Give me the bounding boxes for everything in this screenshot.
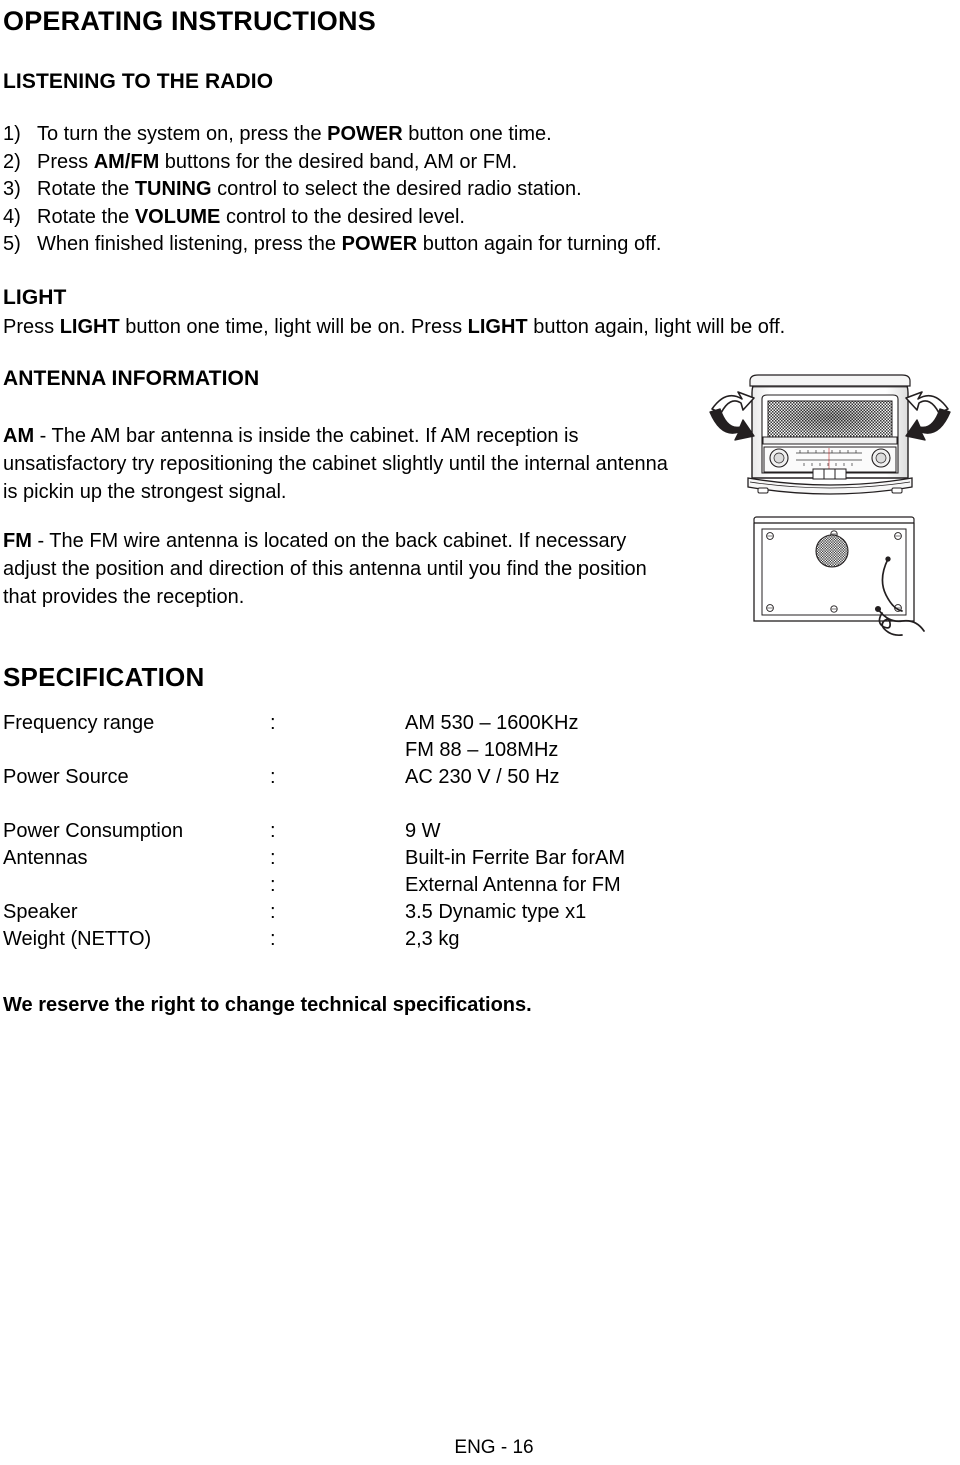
rotate-right-arrow-icon <box>905 391 951 441</box>
step-text-post: buttons for the desired band, AM or FM. <box>159 150 518 173</box>
radio-front-figure <box>700 363 960 511</box>
table-row: FM 88 – 108MHz <box>3 737 703 764</box>
push-buttons <box>812 468 847 480</box>
spec-label: Frequency range <box>3 712 155 734</box>
spec-colon: : <box>270 712 276 734</box>
tuning-knob-left <box>769 448 789 468</box>
spec-label: Speaker <box>3 901 78 923</box>
light-text-pre: Press <box>3 316 60 338</box>
table-row: Weight (NETTO) : 2,3 kg <box>3 926 703 953</box>
page-title: OPERATING INSTRUCTIONS <box>3 6 376 36</box>
list-item: 3) Rotate the TUNING control to select t… <box>3 176 803 204</box>
step-text-pre: To turn the system on, press the <box>37 123 328 145</box>
am-antenna-paragraph: AM - The AM bar antenna is inside the ca… <box>3 422 683 506</box>
section-heading-listening: LISTENING TO THE RADIO <box>3 70 274 93</box>
radio-base <box>747 477 913 495</box>
disclaimer-text: We reserve the right to change technical… <box>3 994 532 1016</box>
step-keyword: TUNING <box>134 178 212 200</box>
table-row: Antennas : Built-in Ferrite Bar forAM <box>3 845 703 872</box>
table-row: : External Antenna for FM <box>3 872 703 899</box>
spec-value: FM 88 – 108MHz <box>405 739 559 761</box>
spec-value: 3.5 Dynamic type x1 <box>405 901 587 923</box>
step-number: 5) <box>3 233 21 255</box>
page-footer: ENG - 16 <box>0 1437 960 1459</box>
spec-colon: : <box>270 766 276 788</box>
page-number: ENG - 16 <box>454 1437 534 1458</box>
radio-back-figure <box>692 509 960 647</box>
spec-value: 2,3 kg <box>405 928 460 950</box>
speaker-grille <box>767 400 893 438</box>
document-page: OPERATING INSTRUCTIONS LISTENING TO THE … <box>0 0 960 1465</box>
spec-label: Weight (NETTO) <box>3 928 152 950</box>
light-text-mid: button one time, light will be on. Press <box>119 316 468 338</box>
step-number: 2) <box>3 150 21 173</box>
list-item: 4) Rotate the VOLUME control to the desi… <box>3 204 803 232</box>
step-text: To turn the system on, press the POWER b… <box>37 121 803 149</box>
step-text: Press AM/FM buttons for the desired band… <box>37 149 803 177</box>
table-row: Power Source : AC 230 V / 50 Hz <box>3 764 703 791</box>
step-text: Rotate the VOLUME control to the desired… <box>37 204 803 232</box>
spec-value: Built-in Ferrite Bar forAM <box>405 847 626 869</box>
volume-knob-right <box>871 448 891 468</box>
light-keyword-2: LIGHT <box>467 316 528 338</box>
step-text-pre: Rotate the <box>37 178 135 200</box>
rear-vent <box>815 534 849 568</box>
rotate-left-arrow-icon <box>709 391 755 441</box>
fm-antenna-paragraph: FM - The FM wire antenna is located on t… <box>3 527 683 611</box>
spec-colon: : <box>270 820 276 842</box>
am-text: - The AM bar antenna is inside the cabin… <box>3 425 668 503</box>
fm-text: - The FM wire antenna is located on the … <box>3 530 647 608</box>
step-text-pre: Press <box>37 150 94 173</box>
step-number: 4) <box>3 205 21 228</box>
spec-label: Power Consumption <box>3 820 184 842</box>
light-paragraph: Press LIGHT button one time, light will … <box>3 313 933 341</box>
step-text: When finished listening, press the POWER… <box>37 231 803 259</box>
spec-value: AM 530 – 1600KHz <box>405 712 579 734</box>
step-text-post: control to the desired level. <box>220 205 465 228</box>
table-row: Speaker : 3.5 Dynamic type x1 <box>3 899 703 926</box>
step-text-post: button one time. <box>402 123 552 145</box>
spec-label: Power Source <box>3 766 129 788</box>
list-item: 5) When finished listening, press the PO… <box>3 231 803 259</box>
table-row: Frequency range : AM 530 – 1600KHz <box>3 710 703 737</box>
light-keyword-1: LIGHT <box>59 316 120 338</box>
section-heading-specification: SPECIFICATION <box>3 662 205 692</box>
list-item: 1) To turn the system on, press the POWE… <box>3 121 803 149</box>
spec-value: External Antenna for FM <box>405 874 621 896</box>
step-text-pre: Rotate the <box>37 205 135 228</box>
fm-label: FM <box>3 530 32 552</box>
spec-colon: : <box>270 928 276 950</box>
spec-label: Antennas <box>3 847 88 869</box>
step-number: 3) <box>3 178 21 200</box>
section-heading-antenna: ANTENNA INFORMATION <box>3 367 260 390</box>
spec-colon: : <box>270 874 276 896</box>
table-row: Power Consumption : 9 W <box>3 818 703 845</box>
step-keyword: AM/FM <box>93 150 160 173</box>
step-text: Rotate the TUNING control to select the … <box>37 176 803 204</box>
list-item: 2) Press AM/FM buttons for the desired b… <box>3 149 803 177</box>
light-text-post: button again, light will be off. <box>527 316 786 338</box>
listening-steps-list: 1) To turn the system on, press the POWE… <box>3 121 803 259</box>
step-text-post: button again for turning off. <box>417 233 662 255</box>
spec-colon: : <box>270 901 276 923</box>
spec-colon: : <box>270 847 276 869</box>
spec-value: AC 230 V / 50 Hz <box>405 766 560 788</box>
step-text-post: control to select the desired radio stat… <box>211 178 582 200</box>
step-number: 1) <box>3 123 21 145</box>
step-keyword: VOLUME <box>134 205 221 228</box>
step-text-pre: When finished listening, press the <box>37 233 342 255</box>
spec-value: 9 W <box>405 820 441 842</box>
step-keyword: POWER <box>341 233 418 255</box>
section-heading-light: LIGHT <box>3 286 67 309</box>
specification-table: Frequency range : AM 530 – 1600KHz FM 88… <box>3 710 703 953</box>
am-label: AM <box>3 425 35 447</box>
step-keyword: POWER <box>327 123 403 145</box>
